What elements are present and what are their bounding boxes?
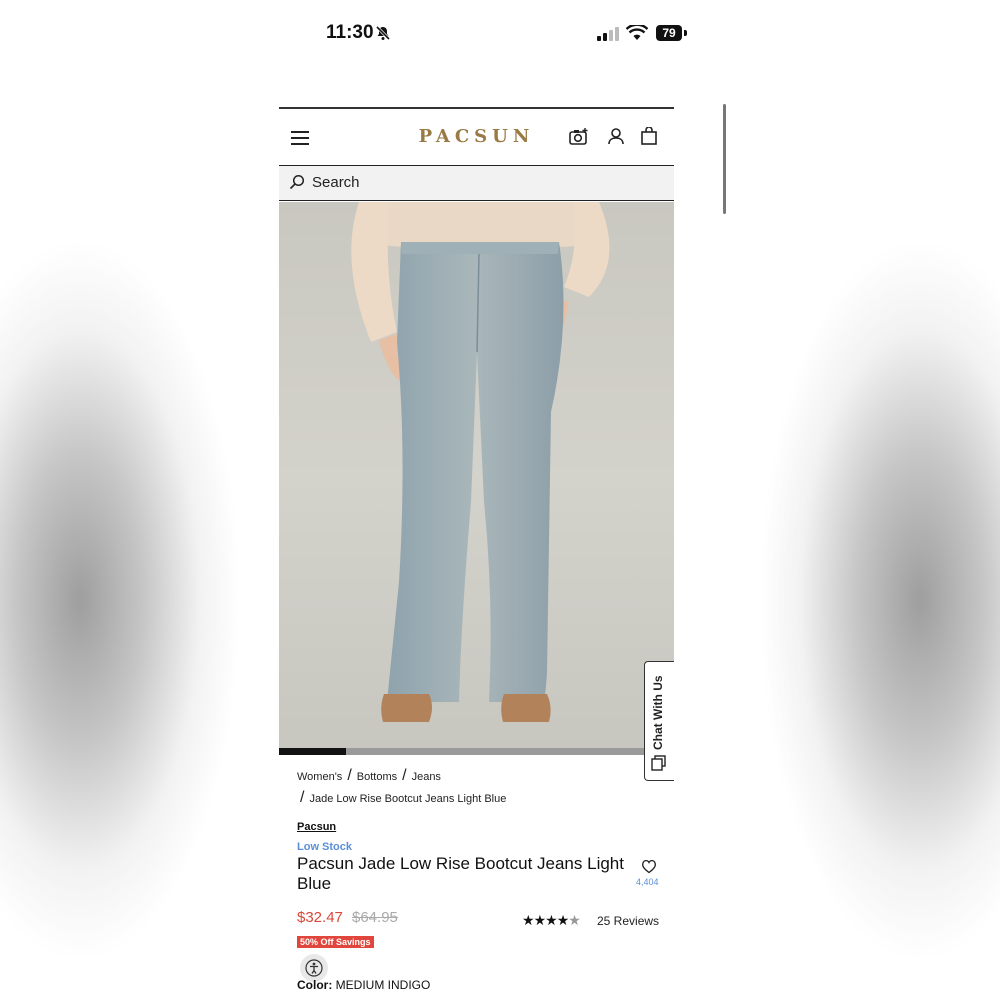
star-icon: ★ [545, 912, 558, 928]
reviews-link[interactable]: 25 Reviews [597, 914, 659, 928]
wishlist-heart-icon[interactable] [641, 859, 657, 874]
wishlist-count: 4,404 [636, 877, 659, 887]
breadcrumb-womens[interactable]: Women's [297, 771, 342, 783]
background-right [730, 0, 1000, 1000]
product-image[interactable] [279, 202, 674, 755]
star-icon: ★ [556, 912, 570, 928]
chat-icon [651, 755, 666, 771]
phone-screen: 11:30 79 PACSUN Search Chat With Us Wome… [272, 0, 730, 1000]
breadcrumb-separator: / [347, 767, 352, 784]
star-icon: ★ [533, 912, 547, 928]
battery-indicator: 79 [656, 25, 682, 41]
breadcrumb-current-row: / Jade Low Rise Bootcut Jeans Light Blue [300, 789, 506, 807]
product-title: Pacsun Jade Low Rise Bootcut Jeans Light… [297, 854, 624, 893]
stock-status: Low Stock [297, 841, 353, 853]
shopping-bag-icon[interactable] [641, 127, 657, 145]
bell-off-icon [375, 25, 391, 41]
status-time: 11:30 [326, 22, 374, 43]
original-price: $64.95 [352, 909, 398, 926]
background-left [0, 0, 272, 1000]
breadcrumb-separator: / [300, 789, 305, 806]
breadcrumb: Women's / Bottoms / Jeans [297, 767, 441, 785]
breadcrumb-current: Jade Low Rise Bootcut Jeans Light Blue [309, 793, 507, 805]
battery-tip [684, 30, 687, 36]
breadcrumb-bottoms[interactable]: Bottoms [357, 771, 397, 783]
breadcrumb-jeans[interactable]: Jeans [412, 771, 441, 783]
half-star-icon: ★ [568, 912, 581, 928]
accessibility-icon [305, 959, 323, 977]
savings-badge: 50% Off Savings [297, 936, 374, 948]
sale-price: $32.47 [297, 909, 343, 926]
page-scrollbar[interactable] [723, 104, 726, 214]
rating-stars[interactable]: ★★★★★ [522, 912, 581, 929]
product-brand-link[interactable]: Pacsun [297, 821, 336, 833]
star-icon: ★ [522, 912, 535, 928]
search-icon [289, 174, 305, 190]
color-value: MEDIUM INDIGO [335, 978, 431, 992]
jeans-photo [351, 202, 610, 722]
site-header: PACSUN [279, 109, 674, 166]
wifi-icon [626, 25, 648, 40]
gallery-progress[interactable] [279, 748, 674, 755]
pacsun-site: PACSUN Search Chat With Us Women's / Bot… [279, 107, 674, 1000]
chat-with-us-button[interactable]: Chat With Us [644, 661, 674, 781]
color-selector-label: Color: MEDIUM INDIGO [297, 978, 430, 992]
breadcrumb-separator: / [402, 767, 407, 784]
color-label: Color: [297, 978, 333, 992]
account-icon[interactable] [607, 127, 625, 145]
search-bar[interactable]: Search [279, 166, 674, 201]
camera-search-icon[interactable] [569, 127, 589, 147]
signal-icon [597, 27, 619, 41]
search-input[interactable]: Search [312, 174, 360, 191]
gallery-progress-fill [279, 748, 347, 755]
chat-label: Chat With Us [651, 675, 665, 750]
